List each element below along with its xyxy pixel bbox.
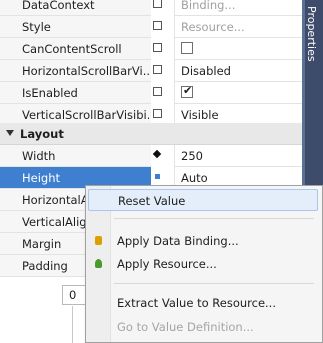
property-value: Disabled	[181, 64, 231, 78]
property-marker-icon[interactable]	[153, 172, 162, 181]
property-name: Width	[22, 149, 56, 163]
context-menu: Reset Value Apply Data Binding... Apply …	[85, 185, 323, 343]
menu-item-reset-value[interactable]: Reset Value	[88, 189, 318, 211]
property-value: Visible	[181, 108, 219, 122]
property-marker-icon[interactable]	[153, 21, 162, 30]
panel-tab-title: Properties	[305, 6, 318, 62]
editor-guide-line	[72, 306, 73, 343]
data-binding-icon	[95, 236, 102, 245]
menu-item-label: Reset Value	[118, 194, 186, 208]
menu-separator	[114, 283, 314, 284]
property-name: Style	[22, 20, 51, 34]
menu-item-extract-value[interactable]: Extract Value to Resource...	[88, 292, 318, 314]
property-row-cancontentscroll[interactable]: CanContentScroll	[0, 38, 302, 60]
category-layout[interactable]: Layout	[0, 123, 302, 145]
property-name: VerticalScrollBarVisibi...	[22, 108, 149, 122]
menu-item-apply-data-binding[interactable]: Apply Data Binding...	[88, 230, 318, 252]
property-name: IsEnabled	[22, 86, 78, 100]
resource-icon	[95, 259, 102, 268]
cancontentscroll-checkbox[interactable]	[181, 42, 193, 54]
menu-item-label: Extract Value to Resource...	[117, 296, 276, 310]
property-marker-icon[interactable]	[153, 43, 162, 52]
property-value: 250	[181, 149, 203, 163]
menu-item-label: Apply Data Binding...	[117, 234, 239, 248]
property-name: DataContext	[22, 0, 95, 12]
property-value: Auto	[181, 171, 208, 185]
property-value: Resource...	[181, 20, 245, 34]
property-marker-icon[interactable]	[153, 65, 162, 74]
padding-value: 0	[69, 288, 77, 302]
local-value-marker-icon[interactable]	[153, 150, 162, 159]
property-name: CanContentScroll	[22, 42, 122, 56]
property-row-width[interactable]: Width 250	[0, 145, 302, 167]
property-marker-icon[interactable]	[153, 109, 162, 118]
category-label: Layout	[20, 127, 64, 141]
property-name: Height	[22, 171, 61, 185]
isenabled-checkbox[interactable]	[181, 84, 193, 98]
menu-item-apply-resource[interactable]: Apply Resource...	[88, 253, 318, 275]
menu-item-go-to-value-definition: Go to Value Definition...	[88, 316, 318, 338]
property-row-isenabled[interactable]: IsEnabled	[0, 82, 302, 104]
property-marker-icon[interactable]	[153, 0, 162, 8]
collapse-triangle-icon[interactable]	[6, 130, 14, 136]
property-name: HorizontalScrollBarVi...	[22, 64, 149, 78]
menu-item-label: Apply Resource...	[117, 257, 217, 271]
menu-item-label: Go to Value Definition...	[117, 320, 254, 334]
property-row-datacontext[interactable]: DataContext Binding...	[0, 0, 302, 16]
property-row-style[interactable]: Style Resource...	[0, 16, 302, 38]
property-row-horizontalscrollbar[interactable]: HorizontalScrollBarVi... Disabled	[0, 60, 302, 82]
property-marker-icon[interactable]	[153, 87, 162, 96]
property-value: Binding...	[181, 0, 236, 12]
menu-separator	[114, 218, 314, 219]
padding-value-box[interactable]: 0	[62, 285, 86, 305]
